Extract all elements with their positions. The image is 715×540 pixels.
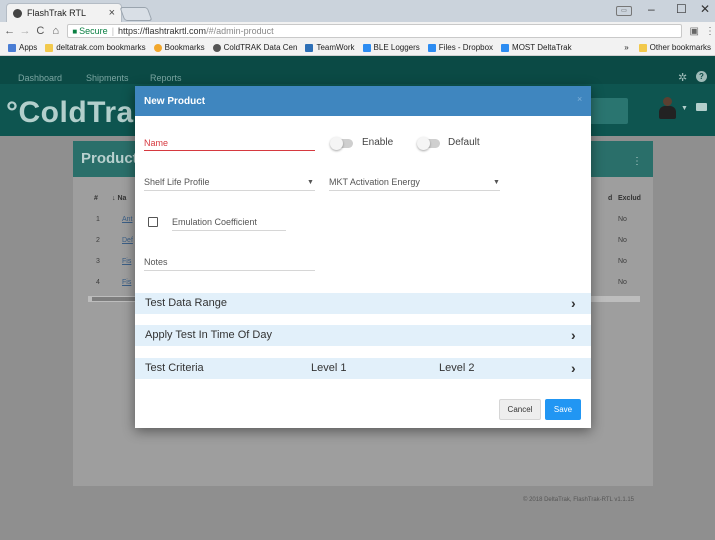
section-label: Apply Test In Time Of Day	[145, 329, 272, 341]
reload-icon[interactable]: C	[35, 25, 46, 37]
new-tab-button[interactable]	[119, 7, 153, 21]
bookmark-most-deltatrak[interactable]: MOST DeltaTrak	[501, 43, 572, 52]
enable-label: Enable	[362, 137, 394, 148]
mkt-activation-label: MKT Activation Energy	[329, 177, 420, 187]
shelf-life-label: Shelf Life Profile	[144, 177, 210, 187]
table-header-exclude: Exclud	[618, 195, 641, 202]
emulation-coefficient-input[interactable]	[172, 230, 286, 231]
tab-close-icon[interactable]: ×	[109, 7, 115, 19]
name-input[interactable]	[144, 150, 315, 151]
new-product-dialog: New Product × Name Enable Default Shelf …	[135, 86, 591, 428]
folder-icon	[638, 43, 647, 52]
more-options-icon[interactable]: ⋮	[632, 156, 642, 167]
dialog-header: New Product ×	[135, 86, 591, 116]
emulation-checkbox[interactable]	[148, 217, 158, 227]
default-label: Default	[448, 137, 480, 148]
cancel-button[interactable]: Cancel	[499, 399, 541, 420]
folder-icon	[45, 43, 54, 52]
flashtrak-icon	[212, 43, 221, 52]
bookmark-deltatrak[interactable]: deltatrak.com bookmarks	[45, 43, 146, 52]
url-host: https://flashtrakrtl.com	[118, 26, 207, 36]
chevron-down-icon: ▼	[307, 179, 314, 186]
name-field-label: Name	[144, 138, 169, 148]
mail-icon[interactable]	[696, 103, 707, 111]
minimize-button[interactable]: –	[648, 2, 655, 16]
menu-icon[interactable]: ⋮	[705, 26, 715, 37]
avatar[interactable]	[658, 97, 676, 119]
home-icon[interactable]: ⌂	[50, 25, 61, 37]
drive-icon	[362, 43, 371, 52]
drive-icon	[501, 43, 510, 52]
bookmark-apps[interactable]: Apps	[8, 43, 37, 52]
table-header-num: #	[94, 195, 98, 202]
app-footer: © 2018 DeltaTrak, FlashTrak-RTL v1.1.15	[523, 497, 635, 503]
table-header-name: ↓ Na	[112, 195, 127, 202]
default-toggle[interactable]	[417, 137, 440, 150]
bookmark-teamwork[interactable]: TeamWork	[305, 43, 355, 52]
save-button[interactable]: Save	[545, 399, 581, 420]
chevron-right-icon: ›	[571, 327, 576, 343]
close-window-button[interactable]: ✕	[700, 2, 710, 16]
shelf-life-underline	[144, 190, 315, 191]
notes-label: Notes	[144, 257, 168, 267]
dialog-title: New Product	[144, 96, 206, 107]
teamwork-icon	[305, 43, 314, 52]
coldtrak-logo: °ColdTra	[6, 96, 134, 129]
secure-label: Secure	[79, 26, 108, 36]
section-label: Test Data Range	[145, 297, 227, 309]
extension-icon[interactable]: ▣	[690, 26, 699, 37]
notes-input[interactable]	[144, 270, 315, 271]
chevron-down-icon: ▼	[493, 179, 500, 186]
nav-dashboard[interactable]: Dashboard	[18, 73, 62, 83]
back-icon[interactable]: ←	[4, 25, 15, 37]
mkt-activation-underline	[329, 190, 500, 191]
app-nav-bar: Dashboard Shipments Reports ✲ ?	[0, 56, 715, 84]
url-input[interactable]: ■ Secure | https://flashtrakrtl.com /#/a…	[67, 24, 682, 38]
apps-grid-icon	[8, 43, 16, 52]
level-1-label: Level 1	[311, 362, 347, 374]
dropbox-icon	[427, 43, 436, 52]
apply-test-time-of-day-section[interactable]: Apply Test In Time Of Day ›	[135, 325, 591, 346]
chevron-right-icon: ›	[571, 295, 576, 311]
maximize-button[interactable]: ☐	[676, 2, 687, 16]
bookmark-dropbox[interactable]: Files - Dropbox	[427, 43, 493, 52]
bookmark-coldtrak[interactable]: ColdTRAK Data Cen	[212, 43, 297, 52]
close-icon[interactable]: ×	[577, 94, 582, 104]
table-header-d: d	[608, 195, 613, 202]
bookmarks-bar: Apps deltatrak.com bookmarks Bookmarks C…	[0, 40, 715, 56]
url-path: /#/admin-product	[206, 26, 274, 36]
test-data-range-section[interactable]: Test Data Range ›	[135, 293, 591, 314]
header-search-box[interactable]	[590, 98, 628, 124]
browser-tab[interactable]: FlashTrak RTL ×	[6, 3, 122, 22]
bookmarks-overflow-button[interactable]: »	[624, 43, 628, 52]
lock-icon: ■	[72, 26, 78, 36]
browser-tabstrip: FlashTrak RTL × ▭ – ☐ ✕	[0, 0, 715, 22]
bookmark-ble-loggers[interactable]: BLE Loggers	[362, 43, 420, 52]
enable-toggle[interactable]	[330, 137, 353, 150]
profile-icon[interactable]: ▭	[616, 6, 632, 16]
flashtrak-favicon-icon	[13, 8, 22, 18]
other-bookmarks[interactable]: Other bookmarks	[638, 43, 711, 52]
tab-title: FlashTrak RTL	[27, 8, 87, 18]
section-label: Test Criteria	[145, 362, 204, 374]
test-criteria-section[interactable]: Test Criteria Level 1 Level 2 ›	[135, 358, 591, 379]
star-icon	[153, 43, 162, 52]
level-2-label: Level 2	[439, 362, 475, 374]
nav-shipments[interactable]: Shipments	[86, 73, 129, 83]
chevron-down-icon[interactable]: ▼	[681, 105, 688, 112]
help-icon[interactable]: ?	[696, 71, 707, 82]
chevron-right-icon: ›	[571, 360, 576, 376]
address-bar-row: ← → C ⌂ ■ Secure | https://flashtrakrtl.…	[0, 22, 715, 40]
gear-icon[interactable]: ✲	[678, 71, 687, 84]
forward-icon[interactable]: →	[19, 25, 30, 37]
nav-reports[interactable]: Reports	[150, 73, 182, 83]
bookmark-bookmarks[interactable]: Bookmarks	[153, 43, 205, 52]
emulation-coefficient-label: Emulation Coefficient	[172, 217, 257, 227]
url-separator: |	[111, 26, 115, 36]
